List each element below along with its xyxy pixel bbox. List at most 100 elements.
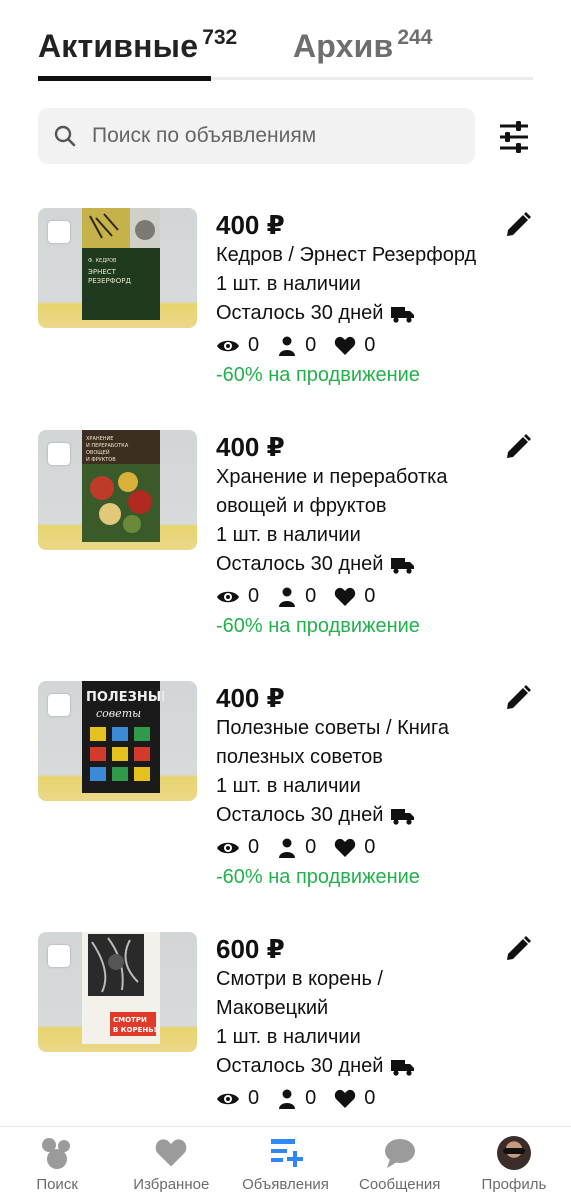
- truck-icon: [391, 808, 415, 825]
- select-checkbox[interactable]: [48, 443, 70, 465]
- listing-stats: 0 0 0: [216, 833, 516, 862]
- listing-stock: 1 шт. в наличии: [216, 273, 361, 295]
- edit-icon[interactable]: [504, 684, 532, 712]
- nav-profile[interactable]: Профиль: [457, 1127, 571, 1201]
- tab-archive-label: Архив: [293, 28, 394, 64]
- listing-stats: 0 0 0: [216, 582, 516, 611]
- search-input[interactable]: [90, 123, 474, 149]
- cover-text: В КОРЕНЬ!: [113, 1026, 157, 1034]
- listing-photo[interactable]: ХРАНЕНИЕ И ПЕРЕРАБОТКА ОВОЩЕЙ И ФРУКТОВ: [38, 430, 197, 550]
- favorites-count: 0: [364, 1087, 376, 1109]
- listing-info: 400 ₽ Полезные советы / Книга полезных с…: [216, 681, 516, 893]
- listing-days-left: Осталось 30 дней: [216, 801, 516, 830]
- contacts-count: 0: [305, 1087, 317, 1109]
- cover-text: Ф. КЕДРОВ: [88, 258, 117, 264]
- cover-text: И ФРУКТОВ: [86, 457, 116, 463]
- nav-favorites-label: Избранное: [133, 1176, 210, 1193]
- listing-days-left: Осталось 30 дней: [216, 1052, 516, 1081]
- listing-photo[interactable]: ПОЛЕЗНЫЕ советы: [38, 681, 197, 801]
- eye-icon: [217, 842, 239, 853]
- listing-title-cont[interactable]: Маковецкий: [216, 994, 516, 1023]
- contacts-count: 0: [305, 836, 317, 858]
- search-icon: [54, 125, 76, 147]
- promo-link[interactable]: -60% на продвижение: [216, 862, 516, 893]
- nav-search[interactable]: Поиск: [0, 1127, 114, 1201]
- cover-text: И ПЕРЕРАБОТКА: [86, 443, 129, 449]
- eye-icon: [217, 591, 239, 602]
- nav-messages[interactable]: Сообщения: [343, 1127, 457, 1201]
- tab-archive-count: 244: [397, 26, 433, 49]
- days-left-text: Осталось 30 дней: [216, 1055, 384, 1077]
- listing-title-cont[interactable]: овощей и фруктов: [216, 492, 516, 521]
- listing-title[interactable]: Кедров / Эрнест Резерфорд: [216, 241, 516, 270]
- heart-icon: [335, 587, 356, 606]
- avatar: [496, 1136, 531, 1170]
- person-icon: [279, 587, 296, 607]
- cover-text: ЭРНЕСТ: [88, 268, 117, 276]
- truck-icon: [391, 306, 415, 323]
- nav-favorites[interactable]: Избранное: [114, 1127, 228, 1201]
- views-count: 0: [248, 334, 260, 356]
- person-icon: [279, 838, 296, 858]
- cover-text: ПОЛЕЗНЫЕ: [86, 690, 164, 705]
- cover-text: ХРАНЕНИЕ: [86, 436, 113, 442]
- person-icon: [279, 1089, 296, 1109]
- listing-stats: 0 0 0: [216, 331, 516, 360]
- nav-listings[interactable]: Объявления: [228, 1127, 342, 1201]
- listing-info: 600 ₽ Смотри в корень / Маковецкий 1 шт.…: [216, 932, 516, 1113]
- contacts-count: 0: [305, 334, 317, 356]
- days-left-text: Осталось 30 дней: [216, 302, 384, 324]
- nav-messages-label: Сообщения: [359, 1176, 441, 1193]
- select-checkbox[interactable]: [48, 945, 70, 967]
- listing-price: 600 ₽: [216, 934, 285, 964]
- listing-price: 400 ₽: [216, 210, 285, 240]
- listing-title[interactable]: Смотри в корень /: [216, 965, 516, 994]
- tab-active-count: 732: [202, 26, 238, 49]
- cover-text: советы: [96, 707, 141, 720]
- heart-icon: [335, 838, 356, 857]
- truck-icon: [391, 1059, 415, 1076]
- person-icon: [279, 336, 296, 356]
- listing-photo[interactable]: СМОТРИ В КОРЕНЬ!: [38, 932, 197, 1052]
- eye-icon: [217, 340, 239, 351]
- views-count: 0: [248, 836, 260, 858]
- listings-add-icon: [270, 1139, 303, 1167]
- listing-title-cont[interactable]: полезных советов: [216, 743, 516, 772]
- listing-days-left: Осталось 30 дней: [216, 550, 516, 579]
- listing-title[interactable]: Полезные советы / Книга: [216, 714, 516, 743]
- select-checkbox[interactable]: [48, 221, 70, 243]
- listing-photo[interactable]: Ф. КЕДРОВ ЭРНЕСТ РЕЗЕРФОРД: [38, 208, 197, 328]
- favorites-count: 0: [364, 334, 376, 356]
- tab-active[interactable]: Активные 732: [38, 26, 238, 65]
- heart-icon: [156, 1139, 187, 1167]
- cover-text: ОВОЩЕЙ: [86, 449, 110, 456]
- chat-icon: [384, 1139, 415, 1168]
- book-cover-image: ХРАНЕНИЕ И ПЕРЕРАБОТКА ОВОЩЕЙ И ФРУКТОВ: [82, 430, 160, 542]
- cover-text: СМОТРИ: [113, 1016, 147, 1024]
- book-cover-image: Ф. КЕДРОВ ЭРНЕСТ РЕЗЕРФОРД: [82, 208, 160, 320]
- tab-archive[interactable]: Архив 244: [293, 26, 433, 65]
- promo-link[interactable]: -60% на продвижение: [216, 360, 516, 391]
- eye-icon: [217, 1093, 239, 1104]
- listing-days-left: Осталось 30 дней: [216, 299, 516, 328]
- contacts-count: 0: [305, 585, 317, 607]
- heart-icon: [335, 1089, 356, 1108]
- filter-icon[interactable]: [496, 120, 532, 154]
- tab-active-label: Активные: [38, 28, 199, 64]
- favorites-count: 0: [364, 585, 376, 607]
- edit-icon[interactable]: [504, 211, 532, 239]
- search-bar: [38, 108, 475, 164]
- select-checkbox[interactable]: [48, 694, 70, 716]
- listing-price: 400 ₽: [216, 683, 285, 713]
- promo-link[interactable]: -60% на продвижение: [216, 611, 516, 642]
- truck-icon: [391, 557, 415, 574]
- listing-info: 400 ₽ Хранение и переработка овощей и фр…: [216, 430, 516, 642]
- days-left-text: Осталось 30 дней: [216, 804, 384, 826]
- listing-info: 400 ₽ Кедров / Эрнест Резерфорд 1 шт. в …: [216, 208, 516, 391]
- edit-icon[interactable]: [504, 935, 532, 963]
- cover-text: РЕЗЕРФОРД: [88, 277, 132, 285]
- views-count: 0: [248, 585, 260, 607]
- listing-stock: 1 шт. в наличии: [216, 775, 361, 797]
- edit-icon[interactable]: [504, 433, 532, 461]
- listing-title[interactable]: Хранение и переработка: [216, 463, 516, 492]
